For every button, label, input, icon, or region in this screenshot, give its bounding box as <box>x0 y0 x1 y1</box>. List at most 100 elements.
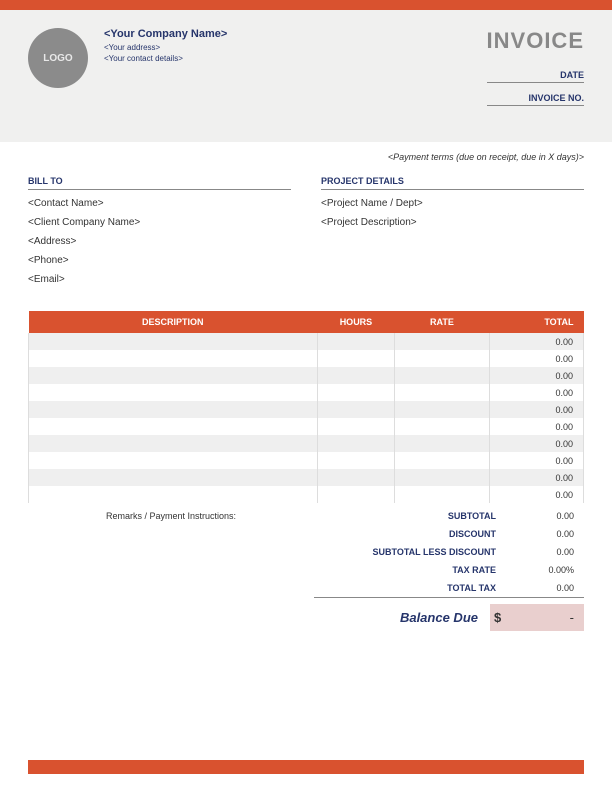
bill-to-label: BILL TO <box>28 176 291 190</box>
bill-to-company: <Client Company Name> <box>28 217 291 228</box>
cell-rate <box>395 469 489 486</box>
date-label: DATE <box>487 68 584 83</box>
tax-rate-row: TAX RATE 0.00% <box>314 561 584 579</box>
cell-rate <box>395 401 489 418</box>
subtotal-value: 0.00 <box>510 511 580 521</box>
header-hours: HOURS <box>317 311 395 333</box>
table-row: 0.00 <box>29 418 584 435</box>
cell-hours <box>317 384 395 401</box>
invoice-title: INVOICE <box>487 28 584 54</box>
table-row: 0.00 <box>29 469 584 486</box>
invoice-no-label: INVOICE NO. <box>487 91 584 106</box>
cell-hours <box>317 452 395 469</box>
cell-rate <box>395 486 489 503</box>
company-info: <Your Company Name> <Your address> <Your… <box>104 28 487 114</box>
cell-hours <box>317 367 395 384</box>
tax-rate-value: 0.00% <box>510 565 580 575</box>
balance-due-row: Balance Due $ - <box>314 604 584 631</box>
items-table-wrap: DESCRIPTION HOURS RATE TOTAL 0.000.000.0… <box>0 293 612 503</box>
cell-desc <box>29 350 318 367</box>
cell-desc <box>29 367 318 384</box>
items-table: DESCRIPTION HOURS RATE TOTAL 0.000.000.0… <box>28 311 584 503</box>
table-row: 0.00 <box>29 401 584 418</box>
remarks-label: Remarks / Payment Instructions: <box>28 507 314 631</box>
cell-hours <box>317 333 395 350</box>
cell-total: 0.00 <box>489 401 583 418</box>
table-row: 0.00 <box>29 452 584 469</box>
cell-desc <box>29 469 318 486</box>
table-row: 0.00 <box>29 384 584 401</box>
company-contact: <Your contact details> <box>104 54 487 63</box>
header-description: DESCRIPTION <box>29 311 318 333</box>
cell-hours <box>317 469 395 486</box>
bill-to-phone: <Phone> <box>28 255 291 266</box>
cell-desc <box>29 418 318 435</box>
less-discount-value: 0.00 <box>510 547 580 557</box>
table-row: 0.00 <box>29 350 584 367</box>
discount-value: 0.00 <box>510 529 580 539</box>
project-name: <Project Name / Dept> <box>321 198 584 209</box>
cell-total: 0.00 <box>489 452 583 469</box>
cell-desc <box>29 452 318 469</box>
project-details-column: PROJECT DETAILS <Project Name / Dept> <P… <box>321 176 584 293</box>
cell-desc <box>29 333 318 350</box>
totals-column: SUBTOTAL 0.00 DISCOUNT 0.00 SUBTOTAL LES… <box>314 507 584 631</box>
discount-label: DISCOUNT <box>318 529 510 539</box>
invoice-title-block: INVOICE DATE INVOICE NO. <box>487 28 584 114</box>
company-name: <Your Company Name> <box>104 28 487 40</box>
bottom-accent-bar <box>28 760 584 774</box>
cell-total: 0.00 <box>489 469 583 486</box>
cell-rate <box>395 384 489 401</box>
cell-rate <box>395 367 489 384</box>
cell-total: 0.00 <box>489 350 583 367</box>
header-rate: RATE <box>395 311 489 333</box>
table-row: 0.00 <box>29 367 584 384</box>
cell-rate <box>395 418 489 435</box>
cell-desc <box>29 486 318 503</box>
total-tax-value: 0.00 <box>510 583 580 593</box>
table-row: 0.00 <box>29 486 584 503</box>
balance-due-value: - <box>514 604 584 631</box>
total-tax-label: TOTAL TAX <box>318 583 510 593</box>
project-description: <Project Description> <box>321 217 584 228</box>
table-header-row: DESCRIPTION HOURS RATE TOTAL <box>29 311 584 333</box>
below-table: Remarks / Payment Instructions: SUBTOTAL… <box>0 503 612 631</box>
balance-due-label: Balance Due <box>314 610 490 625</box>
table-row: 0.00 <box>29 435 584 452</box>
subtotal-row: SUBTOTAL 0.00 <box>314 507 584 525</box>
cell-total: 0.00 <box>489 486 583 503</box>
cell-total: 0.00 <box>489 333 583 350</box>
cell-desc <box>29 401 318 418</box>
cell-total: 0.00 <box>489 367 583 384</box>
cell-rate <box>395 435 489 452</box>
header-total: TOTAL <box>489 311 583 333</box>
tax-rate-label: TAX RATE <box>318 565 510 575</box>
cell-hours <box>317 418 395 435</box>
company-address: <Your address> <box>104 43 487 52</box>
cell-desc <box>29 384 318 401</box>
details-row: BILL TO <Contact Name> <Client Company N… <box>0 170 612 293</box>
bill-to-address: <Address> <box>28 236 291 247</box>
less-discount-label: SUBTOTAL LESS DISCOUNT <box>318 547 510 557</box>
cell-desc <box>29 435 318 452</box>
cell-hours <box>317 486 395 503</box>
cell-rate <box>395 350 489 367</box>
bill-to-column: BILL TO <Contact Name> <Client Company N… <box>28 176 291 293</box>
cell-rate <box>395 333 489 350</box>
cell-hours <box>317 435 395 452</box>
project-details-label: PROJECT DETAILS <box>321 176 584 190</box>
discount-row: DISCOUNT 0.00 <box>314 525 584 543</box>
cell-total: 0.00 <box>489 435 583 452</box>
cell-total: 0.00 <box>489 384 583 401</box>
cell-hours <box>317 350 395 367</box>
subtotal-label: SUBTOTAL <box>318 511 510 521</box>
header-block: LOGO <Your Company Name> <Your address> … <box>0 10 612 142</box>
bill-to-contact-name: <Contact Name> <box>28 198 291 209</box>
payment-terms: <Payment terms (due on receipt, due in X… <box>0 142 612 170</box>
table-row: 0.00 <box>29 333 584 350</box>
logo-placeholder: LOGO <box>28 28 88 88</box>
balance-currency: $ <box>490 604 514 631</box>
top-accent-bar <box>0 0 612 10</box>
bill-to-email: <Email> <box>28 274 291 285</box>
cell-total: 0.00 <box>489 418 583 435</box>
